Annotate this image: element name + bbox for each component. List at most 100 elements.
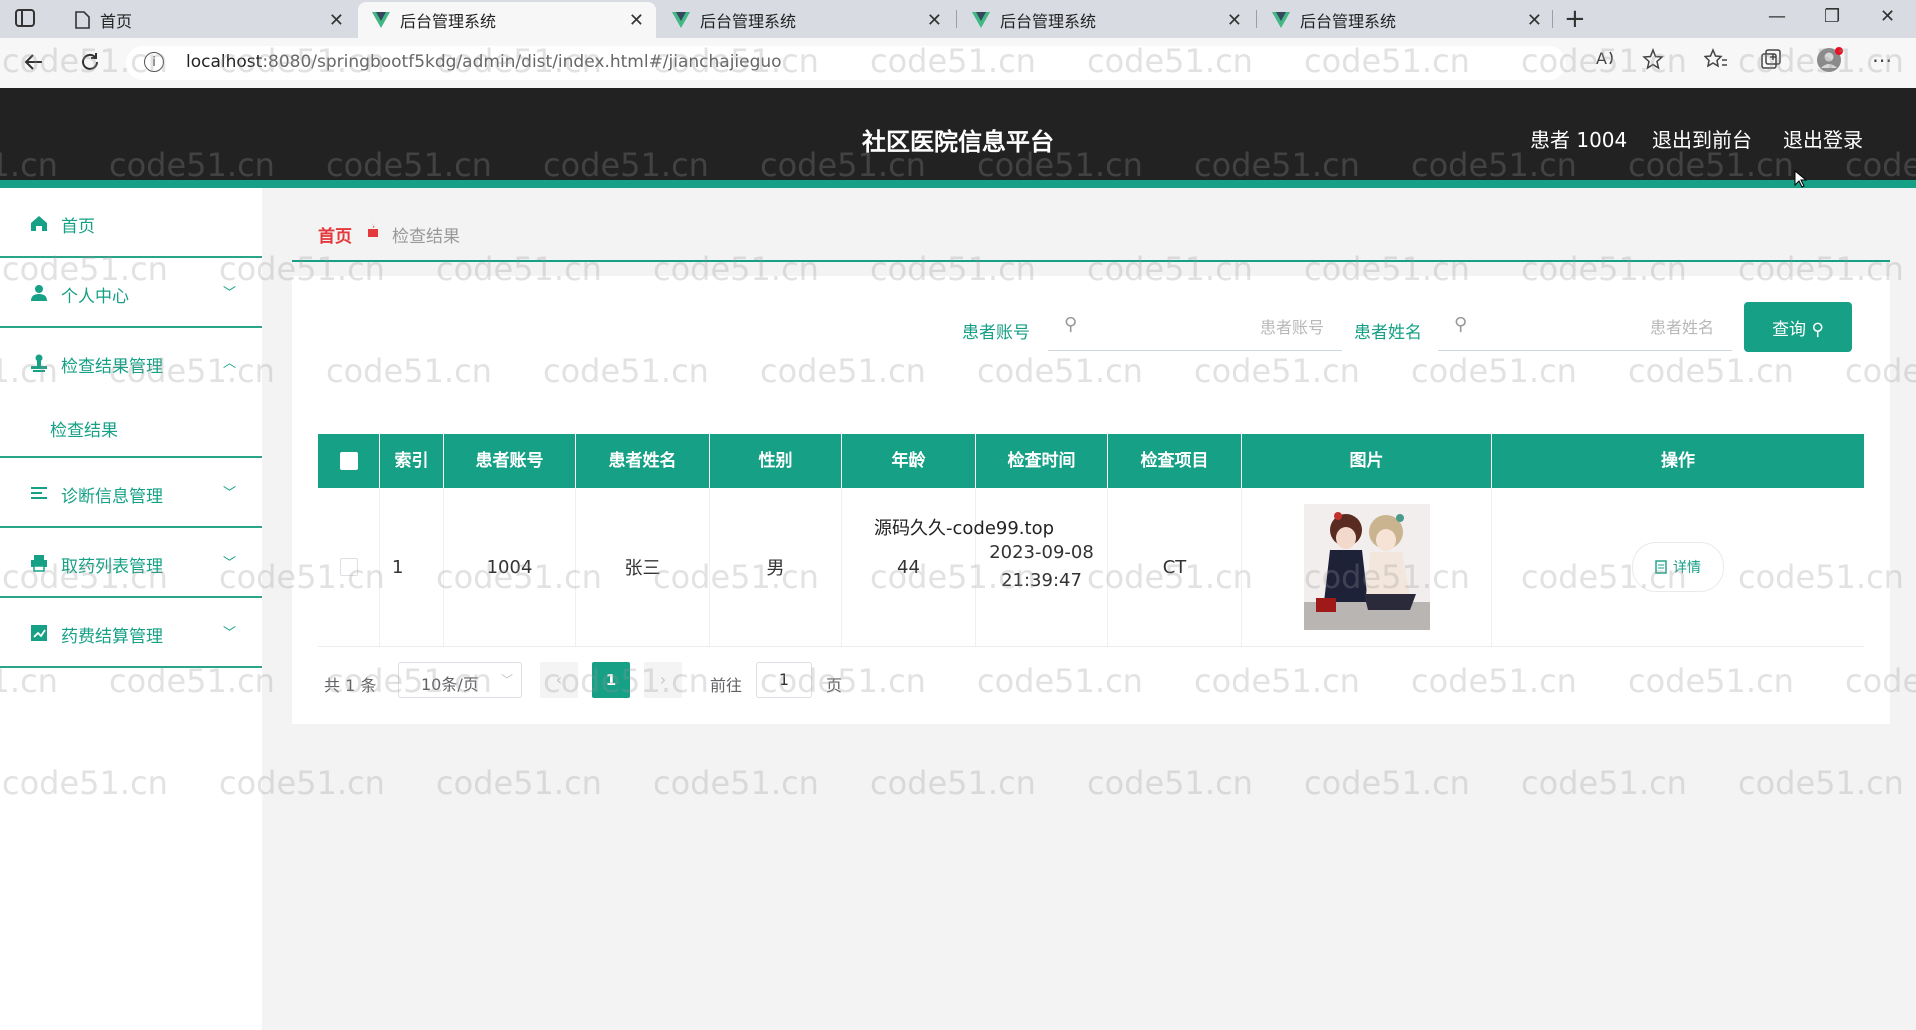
favorite-add-icon[interactable] <box>1642 48 1664 70</box>
exam-clock: 21:39:47 <box>1001 570 1082 591</box>
query-button[interactable]: 查询 ⚲ <box>1744 302 1852 352</box>
chevron-down-icon: ﹀ <box>222 626 236 641</box>
sidebar-item-exam-results[interactable]: 检查结果管理 ︿ <box>0 328 262 398</box>
browser-tab[interactable]: 后台管理系统 ✕ <box>1258 2 1554 38</box>
cell-name: 张三 <box>576 488 710 646</box>
column-header: 患者姓名 <box>576 434 710 488</box>
query-button-label: 查询 <box>1772 319 1807 340</box>
tab-title: 后台管理系统 <box>700 12 797 31</box>
app-title: 社区医院信息平台 <box>862 128 1054 156</box>
sidebar-item-billing[interactable]: 药费结算管理 ﹀ <box>0 598 262 668</box>
tab-actions-icon[interactable] <box>14 8 44 30</box>
goto-page-input[interactable]: 1 <box>756 662 812 698</box>
close-icon[interactable]: ✕ <box>629 10 644 31</box>
tab-divider <box>1256 10 1257 28</box>
watermark-text: code51.cn <box>870 764 1036 802</box>
browser-tab-active[interactable]: 后台管理系统 ✕ <box>358 2 656 38</box>
chart-icon <box>30 624 48 642</box>
sidebar-item-home[interactable]: 首页 <box>0 188 262 258</box>
chevron-down-icon: ﹀ <box>222 286 236 301</box>
mouse-cursor-icon <box>1794 170 1808 188</box>
goto-label: 前往 <box>710 676 743 695</box>
window-close-icon[interactable]: ✕ <box>1880 6 1895 27</box>
column-header: 检查时间 <box>976 434 1108 488</box>
table-header: 索引 患者账号 患者姓名 性别 年龄 检查时间 检查项目 图片 操作 <box>318 434 1864 488</box>
select-all-checkbox[interactable] <box>339 452 358 470</box>
watermark-text: code51.cn <box>436 764 602 802</box>
exam-thumbnail[interactable] <box>1303 504 1430 630</box>
prev-page-button[interactable]: ‹ <box>540 662 578 698</box>
account-search-input[interactable] <box>1092 310 1326 344</box>
total-count: 共 1 条 <box>324 676 377 695</box>
vue-logo-icon <box>1272 12 1290 28</box>
cell-index: 1 <box>380 488 444 646</box>
cell-age: 44 <box>842 488 976 646</box>
sidebar-item-personal-center[interactable]: 个人中心 ﹀ <box>0 258 262 328</box>
detail-button[interactable]: 详情 <box>1632 542 1724 592</box>
chevron-down-icon: ﹀ <box>500 673 513 687</box>
app-header: 社区医院信息平台 患者 1004 退出到前台 退出登录 <box>0 88 1916 188</box>
cell-gender: 男 <box>710 488 842 646</box>
home-icon <box>30 214 48 232</box>
new-tab-icon[interactable]: + <box>1564 4 1586 34</box>
browser-tab[interactable]: 后台管理系统 ✕ <box>658 2 954 38</box>
logout-link[interactable]: 退出登录 <box>1783 124 1863 153</box>
page-size-value: 10条/页 <box>421 675 479 694</box>
tab-divider <box>956 10 957 28</box>
content-panel: 患者账号 ⚲ 患者姓名 ⚲ 查询 ⚲ 索引 患者账号 患者姓名 性别 年龄 检查… <box>292 276 1890 724</box>
next-page-button[interactable]: › <box>644 662 682 698</box>
sidebar-item-medicine-list[interactable]: 取药列表管理 ﹀ <box>0 528 262 598</box>
page-size-select[interactable]: 10条/页 ﹀ <box>398 662 522 698</box>
account-search-field: ⚲ <box>1048 302 1342 351</box>
breadcrumb-home[interactable]: 首页 <box>318 222 352 247</box>
more-icon[interactable]: ⋯ <box>1872 48 1892 72</box>
url-field[interactable]: i localhost:8080/springbootf5kdg/admin/d… <box>126 46 1566 80</box>
sidebar-subitem-exam-result[interactable]: 检查结果 <box>0 394 262 458</box>
browser-tab[interactable]: 首页 ✕ <box>60 2 356 38</box>
tab-title: 后台管理系统 <box>1300 12 1397 31</box>
favorites-icon[interactable] <box>1704 48 1728 70</box>
cell-image <box>1242 488 1492 646</box>
exit-to-front-link[interactable]: 退出到前台 <box>1652 124 1752 153</box>
chevron-down-icon: ﹀ <box>222 556 236 571</box>
tab-title: 首页 <box>100 12 133 31</box>
back-icon[interactable] <box>22 50 46 74</box>
sidebar-item-diagnosis[interactable]: 诊断信息管理 ﹀ <box>0 458 262 528</box>
refresh-icon[interactable] <box>78 50 102 74</box>
address-bar: i localhost:8080/springbootf5kdg/admin/d… <box>0 38 1916 88</box>
close-icon[interactable]: ✕ <box>329 10 344 31</box>
breadcrumb-current: 检查结果 <box>392 227 460 247</box>
read-aloud-icon[interactable]: A <box>1596 48 1618 68</box>
minimize-icon[interactable]: — <box>1768 6 1786 27</box>
column-header: 年龄 <box>842 434 976 488</box>
current-page[interactable]: 1 <box>592 662 630 698</box>
collections-icon[interactable] <box>1760 48 1782 70</box>
close-icon[interactable]: ✕ <box>1527 10 1542 31</box>
close-icon[interactable]: ✕ <box>927 10 942 31</box>
watermark-text: code51.cn <box>1738 764 1904 802</box>
browser-tab[interactable]: 后台管理系统 ✕ <box>958 2 1254 38</box>
sidebar: 首页 个人中心 ﹀ 检查结果管理 ︿ 检查结果 诊断信息管理 ﹀ 取药列表管理 … <box>0 188 262 1030</box>
exam-date: 2023-09-08 <box>989 542 1094 563</box>
info-icon[interactable]: i <box>144 52 164 72</box>
current-user: 患者 1004 <box>1530 128 1628 152</box>
close-icon[interactable]: ✕ <box>1227 10 1242 31</box>
breadcrumb: 首页 检查结果 <box>292 210 1890 262</box>
tab-divider <box>1552 10 1553 28</box>
search-icon: ⚲ <box>1064 314 1078 335</box>
chevron-down-icon: ﹀ <box>222 486 236 501</box>
sidebar-item-label: 检查结果管理 <box>61 357 163 377</box>
column-header: 患者账号 <box>444 434 576 488</box>
sidebar-item-label: 个人中心 <box>61 287 129 307</box>
column-header: 操作 <box>1661 451 1695 471</box>
column-header: 索引 <box>380 434 444 488</box>
profile-avatar-icon[interactable] <box>1816 46 1844 74</box>
page-icon <box>74 11 90 29</box>
browser-tab-bar: 首页 ✕ 后台管理系统 ✕ 后台管理系统 ✕ 后台管理系统 ✕ 后台管理系统 ✕… <box>0 0 1916 38</box>
restore-icon[interactable]: ❐ <box>1824 6 1840 27</box>
row-checkbox[interactable] <box>339 558 358 576</box>
sidebar-item-label: 取药列表管理 <box>61 557 163 577</box>
name-search-input[interactable] <box>1482 310 1716 344</box>
search-icon: ⚲ <box>1811 319 1824 340</box>
sidebar-item-label: 诊断信息管理 <box>61 487 163 507</box>
